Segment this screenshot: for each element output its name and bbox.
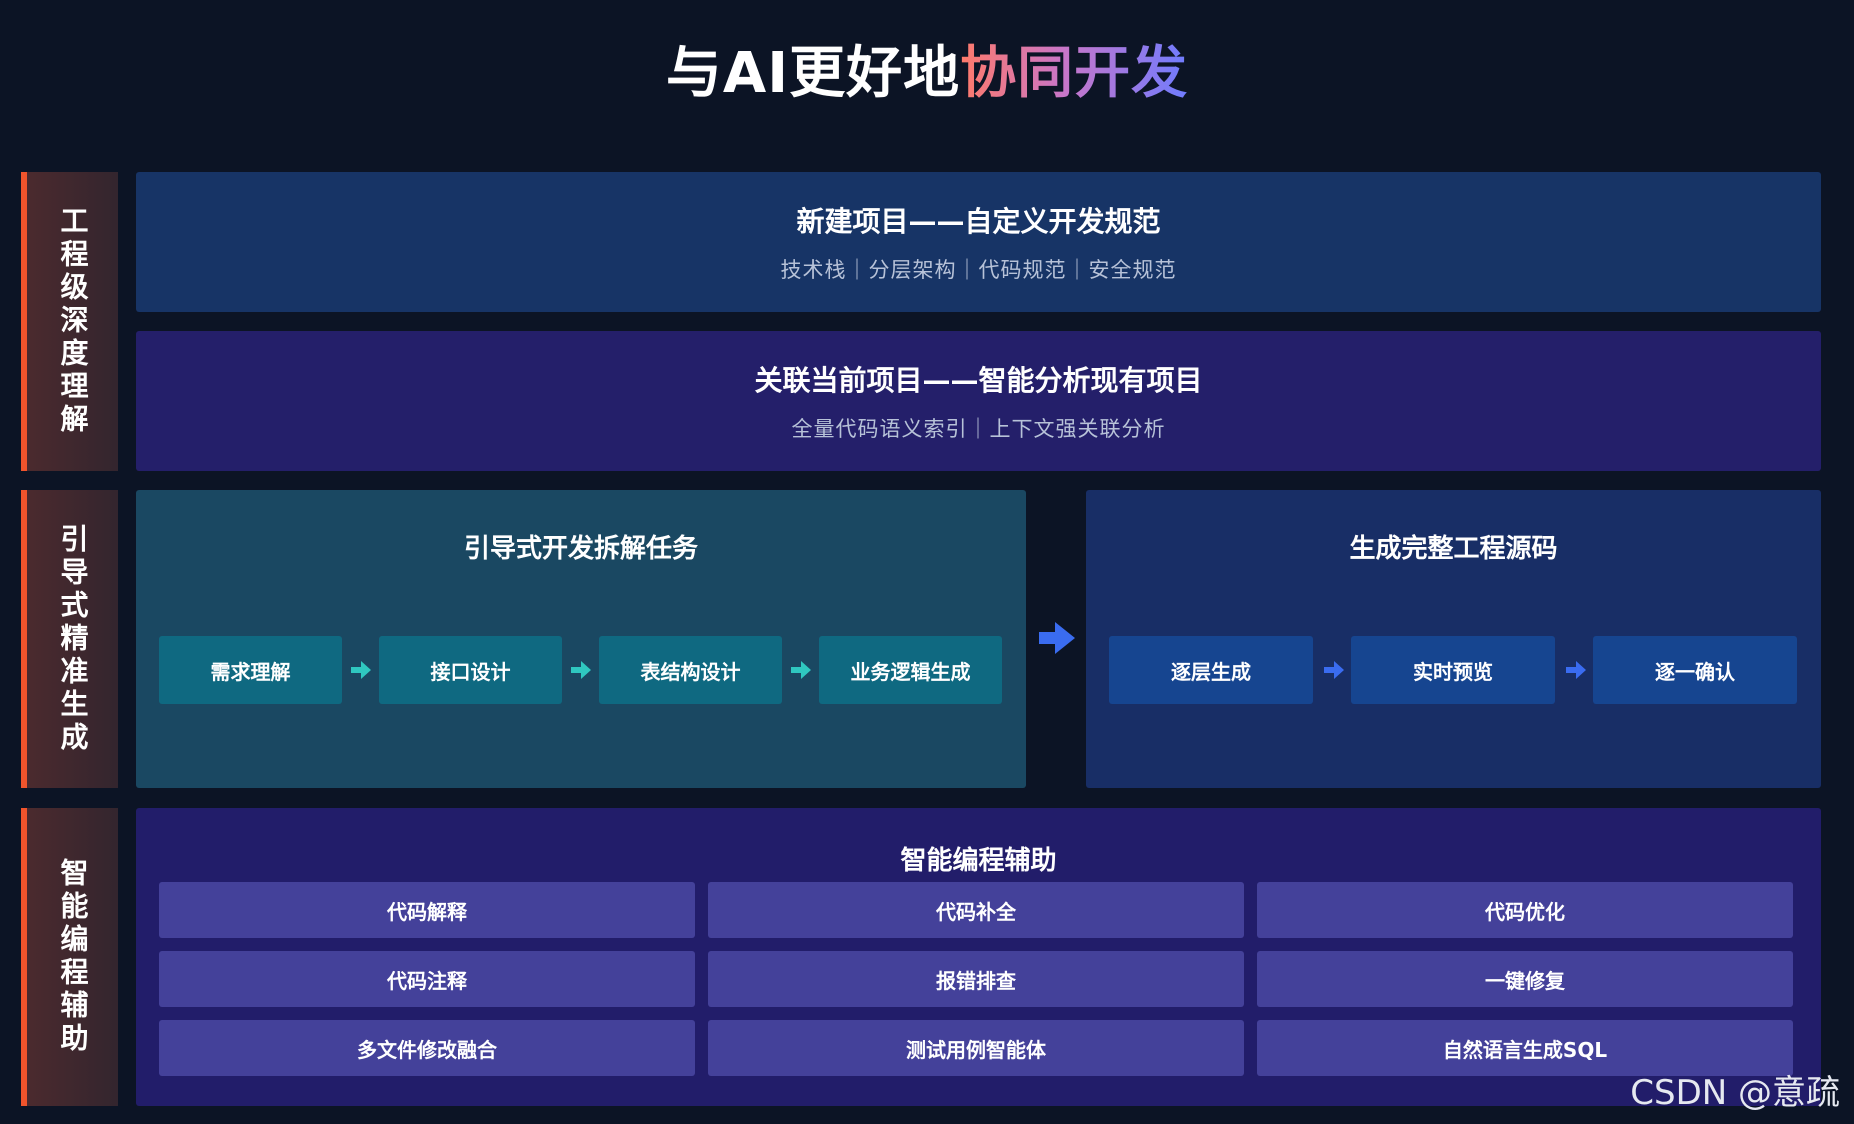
big-arrow-right-icon xyxy=(1039,622,1075,654)
link-project-heading: 关联当前项目——智能分析现有项目 xyxy=(754,364,1203,397)
title-highlight: 协同开发 xyxy=(960,41,1189,106)
feature-one-click-fix: 一键修复 xyxy=(1257,951,1793,1007)
link-project-subtitle: 全量代码语义索引｜上下文强关联分析 xyxy=(791,417,1166,441)
smart-assist-panel: 智能编程辅助 代码解释 代码补全 代码优化 代码注释 报错排查 一键修复 多文件… xyxy=(136,808,1821,1106)
section-label-text: 智能编程辅助 xyxy=(56,858,90,1056)
generate-source-panel: 生成完整工程源码 逐层生成 实时预览 逐一确认 xyxy=(1086,490,1821,788)
feature-code-comment: 代码注释 xyxy=(159,951,695,1007)
section-label-text: 工程级深度理解 xyxy=(56,206,90,437)
step-layered-generation: 逐层生成 xyxy=(1109,636,1313,704)
new-project-block: 新建项目——自定义开发规范 技术栈｜分层架构｜代码规范｜安全规范 xyxy=(136,172,1821,312)
section-label-smart-assist: 智能编程辅助 xyxy=(21,808,118,1106)
step-business-logic: 业务逻辑生成 xyxy=(819,636,1002,704)
page-title: 与AI更好地协同开发 xyxy=(0,28,1854,109)
feature-error-troubleshoot: 报错排查 xyxy=(708,951,1244,1007)
guided-task-heading: 引导式开发拆解任务 xyxy=(463,534,698,564)
arrow-right-icon xyxy=(1566,661,1586,679)
diagram-canvas: 与AI更好地协同开发 工程级深度理解 引导式精准生成 智能编程辅助 新建项目——… xyxy=(0,0,1854,1124)
step-interface: 接口设计 xyxy=(379,636,562,704)
section-label-guided-generation: 引导式精准生成 xyxy=(21,490,118,788)
step-requirement: 需求理解 xyxy=(159,636,342,704)
link-project-block: 关联当前项目——智能分析现有项目 全量代码语义索引｜上下文强关联分析 xyxy=(136,331,1821,471)
arrow-right-icon xyxy=(1324,661,1344,679)
step-confirm: 逐一确认 xyxy=(1593,636,1797,704)
title-main: 与AI更好地 xyxy=(665,41,961,106)
step-live-preview: 实时预览 xyxy=(1351,636,1555,704)
arrow-right-icon xyxy=(571,661,591,679)
guided-task-panel: 引导式开发拆解任务 需求理解 接口设计 表结构设计 业务逻辑生成 xyxy=(136,490,1026,788)
feature-multi-file-merge: 多文件修改融合 xyxy=(159,1020,695,1076)
feature-code-explain: 代码解释 xyxy=(159,882,695,938)
arrow-right-icon xyxy=(791,661,811,679)
watermark: CSDN @意疏 xyxy=(1630,1073,1840,1113)
feature-code-complete: 代码补全 xyxy=(708,882,1244,938)
smart-assist-heading: 智能编程辅助 xyxy=(900,846,1057,876)
new-project-subtitle: 技术栈｜分层架构｜代码规范｜安全规范 xyxy=(780,258,1177,282)
feature-test-case-agent: 测试用例智能体 xyxy=(708,1020,1244,1076)
section-label-deep-understanding: 工程级深度理解 xyxy=(21,172,118,471)
arrow-right-icon xyxy=(351,661,371,679)
generate-source-heading: 生成完整工程源码 xyxy=(1349,534,1558,564)
feature-code-optimize: 代码优化 xyxy=(1257,882,1793,938)
step-table-design: 表结构设计 xyxy=(599,636,782,704)
section-label-text: 引导式精准生成 xyxy=(56,523,90,755)
new-project-heading: 新建项目——自定义开发规范 xyxy=(796,205,1161,238)
